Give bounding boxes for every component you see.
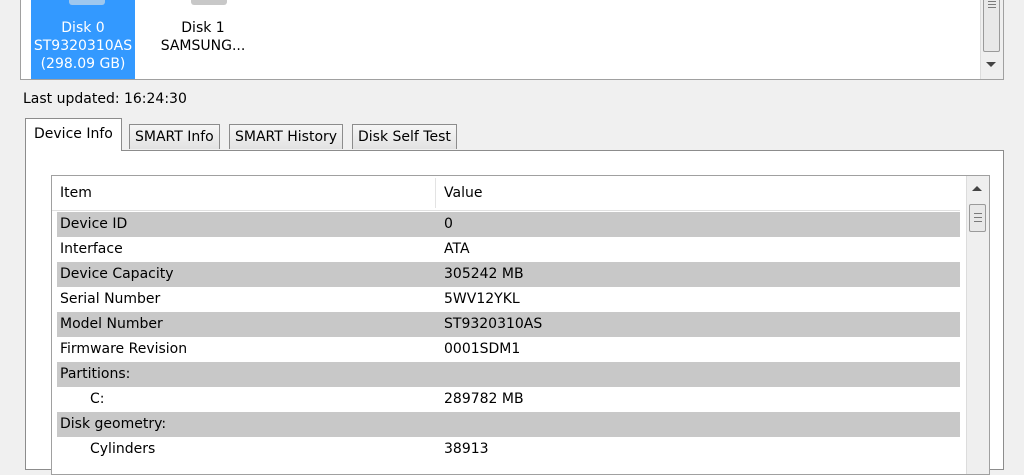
grip-line (974, 217, 982, 218)
row-item: Model Number (60, 316, 163, 332)
tab-smart-history[interactable]: SMART History (229, 124, 344, 149)
grip-line (974, 213, 982, 214)
tab-device-info[interactable]: Device Info (25, 118, 122, 151)
row-value: 0 (444, 216, 453, 232)
table-row[interactable]: Serial Number 5WV12YKL (57, 287, 960, 312)
grip-line (988, 4, 996, 5)
device-info-list: Item Value Device ID 0 Interface ATA Dev… (51, 175, 990, 475)
grip-line (988, 1, 996, 2)
column-separator[interactable] (435, 178, 436, 208)
table-row[interactable]: Disk geometry: (57, 412, 960, 437)
row-value: 305242 MB (444, 266, 524, 282)
row-item: Interface (60, 241, 123, 257)
scroll-thumb[interactable] (969, 204, 986, 232)
table-row[interactable]: Firmware Revision 0001SDM1 (57, 337, 960, 362)
list-header: Item Value (52, 176, 960, 211)
disk-list: Disk 0 ST9320310AS (298.09 GB) Disk 1 SA… (20, 0, 1004, 80)
hard-disk-icon (191, 0, 227, 5)
scroll-thumb[interactable] (983, 0, 1000, 52)
table-row[interactable]: Partitions: (57, 362, 960, 387)
hard-disk-icon (69, 0, 105, 5)
row-value: 289782 MB (444, 391, 524, 407)
disk-model: ST9320310AS (33, 38, 133, 54)
column-header-item[interactable]: Item (60, 176, 92, 210)
list-scrollbar[interactable] (966, 176, 989, 474)
row-item: Partitions: (60, 366, 131, 382)
tab-panel: Item Value Device ID 0 Interface ATA Dev… (25, 150, 1004, 475)
row-item: Firmware Revision (60, 341, 188, 357)
table-row[interactable]: Interface ATA (57, 237, 960, 262)
row-item: C: (90, 391, 105, 407)
grip-line (974, 221, 982, 222)
disk-list-scrollbar[interactable] (980, 0, 1003, 79)
disk-name: Disk 0 (61, 20, 105, 36)
disk-size: (298.09 GB) (40, 56, 126, 72)
row-value: 0001SDM1 (444, 341, 521, 357)
disk-name: Disk 1 (181, 20, 225, 36)
row-item: Serial Number (60, 291, 161, 307)
disk-model: SAMSUNG... (160, 38, 246, 54)
row-value: ST9320310AS (444, 316, 543, 332)
disk-item-0[interactable]: Disk 0 ST9320310AS (298.09 GB) (31, 0, 135, 81)
disk-label: Disk 0 ST9320310AS (298.09 GB) (31, 19, 135, 73)
arrow-down-icon[interactable] (986, 62, 996, 67)
last-updated-label: Last updated: 16:24:30 (23, 91, 187, 107)
disk-label: Disk 1 SAMSUNG... (151, 19, 255, 55)
row-item: Disk geometry: (60, 416, 167, 432)
disk-item-1[interactable]: Disk 1 SAMSUNG... (151, 0, 255, 81)
row-value: ATA (444, 241, 470, 257)
table-row[interactable]: Device Capacity 305242 MB (57, 262, 960, 287)
row-item: Device Capacity (60, 266, 174, 282)
table-row[interactable]: Model Number ST9320310AS (57, 312, 960, 337)
column-header-value[interactable]: Value (444, 176, 482, 210)
grip-line (988, 7, 996, 8)
row-value: 5WV12YKL (444, 291, 520, 307)
table-row[interactable]: C: 289782 MB (57, 387, 960, 412)
table-row[interactable]: Device ID 0 (57, 212, 960, 237)
row-item: Device ID (60, 216, 128, 232)
tab-disk-self-test[interactable]: Disk Self Test (352, 124, 457, 149)
tab-smart-info[interactable]: SMART Info (129, 124, 220, 149)
arrow-up-icon[interactable] (972, 186, 982, 191)
